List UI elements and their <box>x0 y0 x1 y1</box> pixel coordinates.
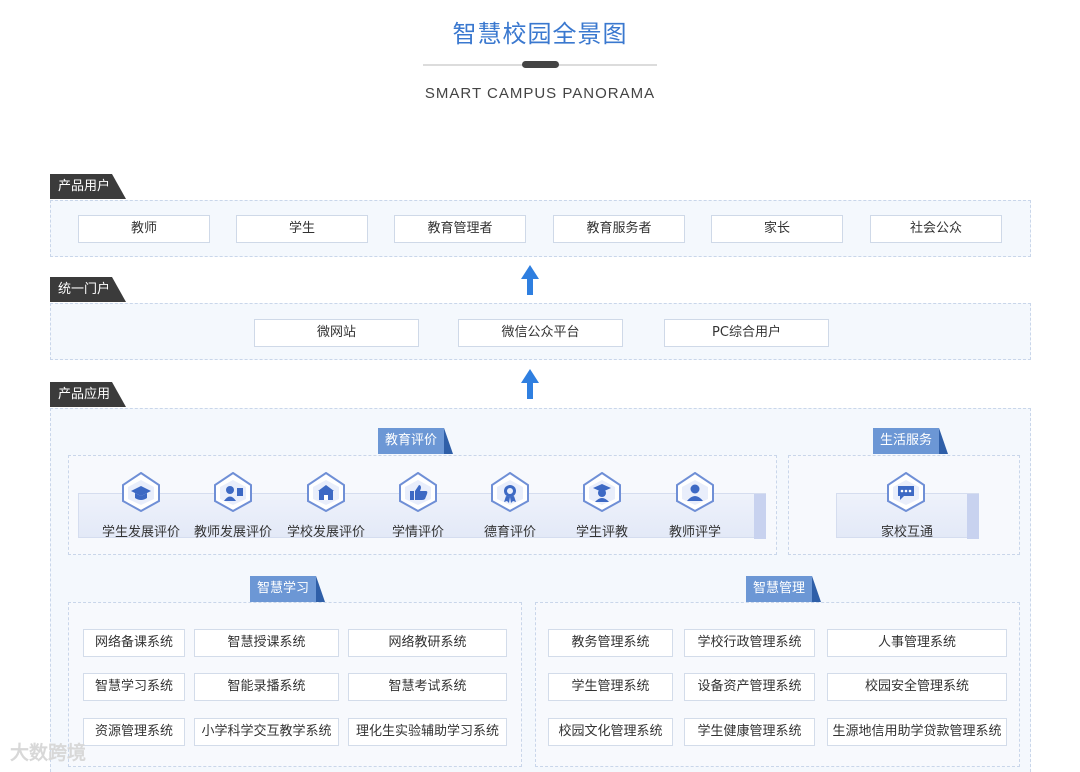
page-subtitle: SMART CAMPUS PANORAMA <box>424 85 656 102</box>
system-box: 校园安全管理系统 <box>827 673 1007 701</box>
system-box: 智慧授课系统 <box>194 629 339 657</box>
management-tag-label: 智慧管理 <box>752 581 805 596</box>
system-box: 小学科学交互教学系统 <box>194 718 339 746</box>
teacher-icon <box>214 472 252 512</box>
system-box: 网络备课系统 <box>83 629 185 657</box>
student-icon <box>583 472 621 512</box>
subsection-tag-learning: 智慧学习 <box>250 576 325 602</box>
system-box: 智能录播系统 <box>194 673 339 701</box>
section-tag-portal: 统一门户 <box>50 277 126 302</box>
system-box: 理化生实验辅助学习系统 <box>348 718 507 746</box>
watermark: 大数跨境 <box>10 742 87 764</box>
evaluation-item-label: 学情评价 <box>391 525 444 540</box>
system-box: 网络教研系统 <box>348 629 507 657</box>
chat-icon <box>887 472 925 512</box>
user-box: 家长 <box>711 215 843 243</box>
evaluation-item-label: 教师发展评价 <box>193 525 272 540</box>
section-tag-apps: 产品应用 <box>50 382 126 407</box>
school-building-icon <box>307 472 345 512</box>
user-box: 社会公众 <box>870 215 1002 243</box>
evaluation-item-label: 教师评学 <box>668 525 721 540</box>
person-icon <box>676 472 714 512</box>
band-edge <box>754 494 766 539</box>
learning-tag-label: 智慧学习 <box>256 581 309 596</box>
subsection-tag-evaluation: 教育评价 <box>378 428 453 454</box>
system-box: 学生管理系统 <box>548 673 673 701</box>
evaluation-item-label: 学生评教 <box>575 525 628 540</box>
system-box: 人事管理系统 <box>827 629 1007 657</box>
section-tag-users: 产品用户 <box>50 174 126 199</box>
life-tag-label: 生活服务 <box>879 433 932 448</box>
subsection-tag-life: 生活服务 <box>873 428 948 454</box>
up-arrow-icon <box>521 265 539 295</box>
system-box: 智慧考试系统 <box>348 673 507 701</box>
system-box: 学生健康管理系统 <box>684 718 815 746</box>
graduation-cap-icon <box>122 472 160 512</box>
system-box: 教务管理系统 <box>548 629 673 657</box>
portal-box: 微网站 <box>254 319 419 347</box>
title-divider-accent <box>522 61 559 68</box>
portal-box: 微信公众平台 <box>458 319 623 347</box>
medal-icon <box>491 472 529 512</box>
life-item-label: 家校互通 <box>880 525 933 540</box>
thumbs-up-icon <box>399 472 437 512</box>
user-box: 教育管理者 <box>394 215 526 243</box>
system-box: 学校行政管理系统 <box>684 629 815 657</box>
system-box: 校园文化管理系统 <box>548 718 673 746</box>
evaluation-item-label: 学校发展评价 <box>286 525 365 540</box>
user-box: 教育服务者 <box>553 215 685 243</box>
evaluation-tag-label: 教育评价 <box>384 433 437 448</box>
portal-box: PC综合用户 <box>664 319 829 347</box>
evaluation-item-label: 学生发展评价 <box>101 525 180 540</box>
up-arrow-icon <box>521 369 539 399</box>
system-box: 生源地信用助学贷款管理系统 <box>827 718 1007 746</box>
users-panel: 教师 学生 教育管理者 教育服务者 家长 社会公众 <box>50 200 1031 257</box>
system-box: 智慧学习系统 <box>83 673 185 701</box>
user-box: 教师 <box>78 215 210 243</box>
subsection-tag-management: 智慧管理 <box>746 576 821 602</box>
evaluation-item-label: 德育评价 <box>483 525 536 540</box>
portal-panel: 微网站 微信公众平台 PC综合用户 <box>50 303 1031 360</box>
user-box: 学生 <box>236 215 368 243</box>
page-title: 智慧校园全景图 <box>452 20 628 48</box>
system-box: 设备资产管理系统 <box>684 673 815 701</box>
system-box: 资源管理系统 <box>83 718 185 746</box>
band-edge <box>967 494 979 539</box>
